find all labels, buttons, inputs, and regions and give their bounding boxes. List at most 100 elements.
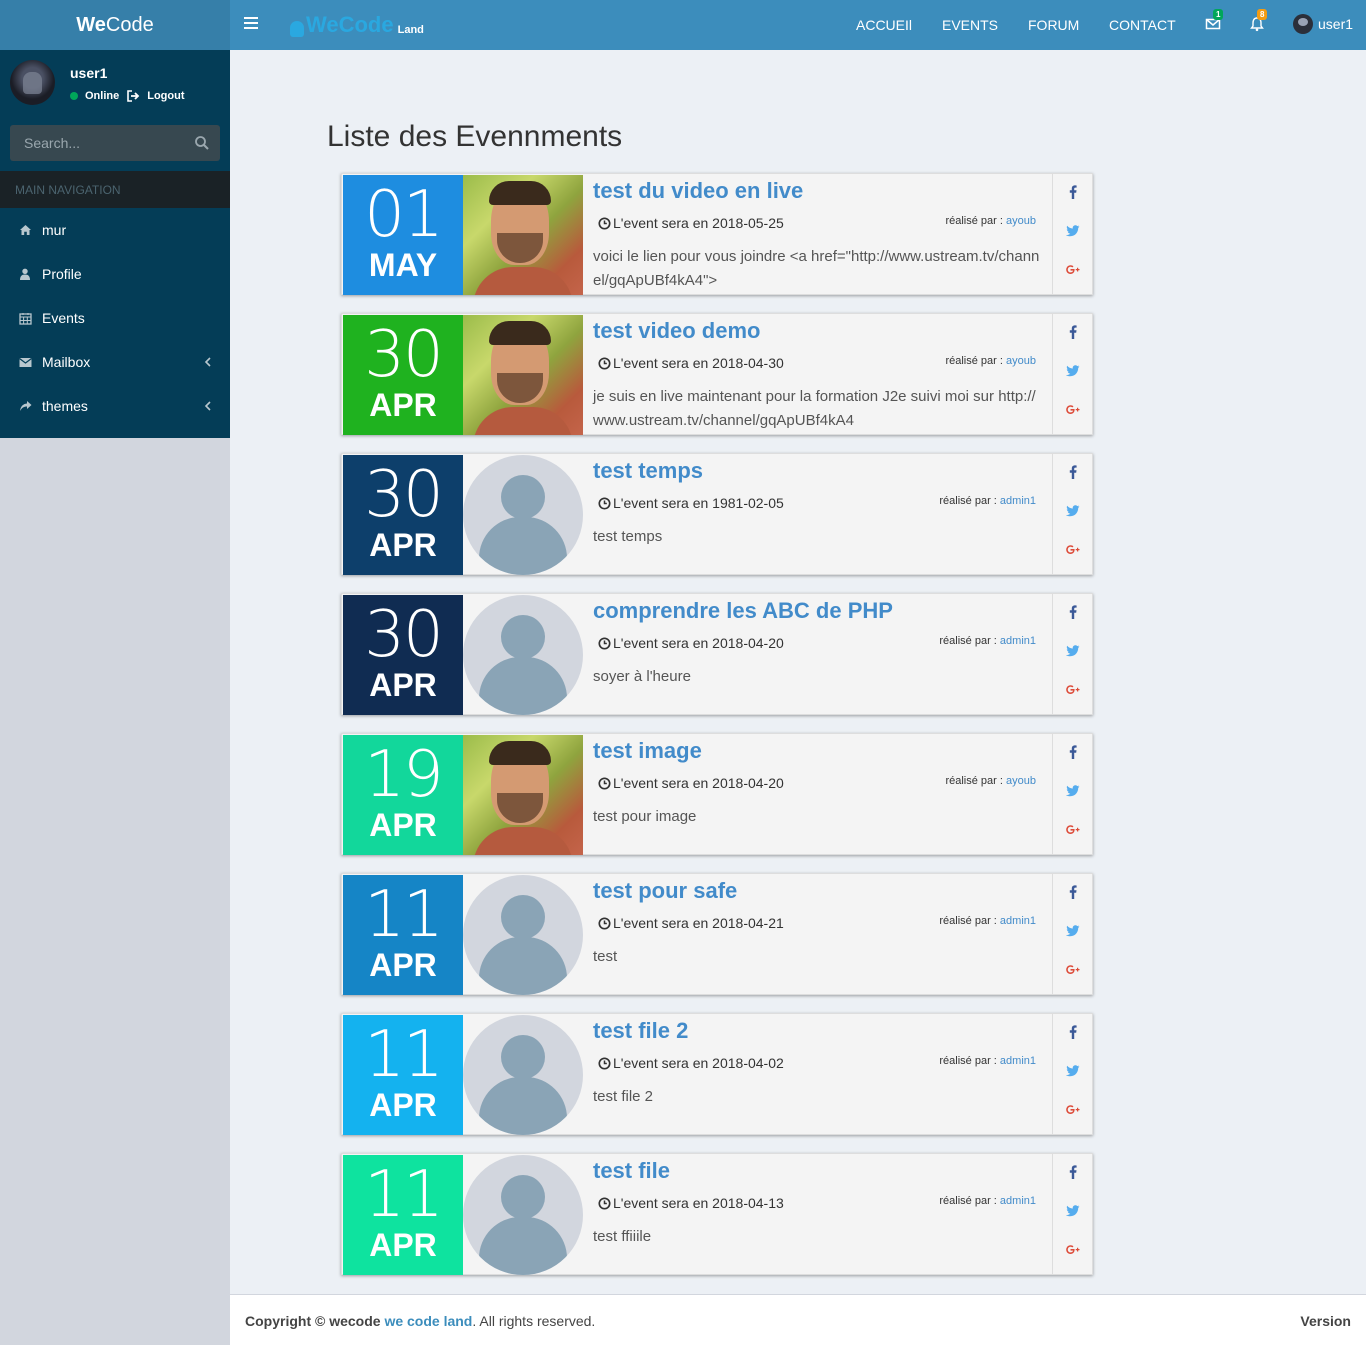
twitter-icon[interactable] <box>1066 644 1080 658</box>
event-day: 30 <box>364 318 443 392</box>
twitter-icon[interactable] <box>1066 364 1080 378</box>
nav-forum[interactable]: FORUM <box>1028 0 1079 50</box>
footer-version: Version <box>1300 1313 1351 1329</box>
event-date: L'event sera en 2018-05-25 <box>598 215 784 231</box>
twitter-icon[interactable] <box>1066 784 1080 798</box>
event-title[interactable]: comprendre les ABC de PHP <box>593 598 893 624</box>
facebook-icon[interactable] <box>1066 605 1080 619</box>
google-plus-icon[interactable] <box>1066 403 1080 417</box>
google-plus-icon[interactable] <box>1066 1103 1080 1117</box>
event-card[interactable]: 11 APR test file 2 L'event sera en 2018-… <box>341 1013 1093 1135</box>
twitter-icon[interactable] <box>1066 224 1080 238</box>
brand-sub: Land <box>397 24 424 36</box>
event-author: réalisé par : admin1 <box>939 915 1036 927</box>
clock-icon <box>598 1056 611 1070</box>
facebook-icon[interactable] <box>1066 885 1080 899</box>
twitter-icon[interactable] <box>1066 1204 1080 1218</box>
event-description: test ffiiile <box>593 1228 652 1245</box>
sidebar-item-profile[interactable]: Profile <box>0 252 230 296</box>
google-plus-icon[interactable] <box>1066 683 1080 697</box>
event-date-text: L'event sera en 2018-04-02 <box>613 1055 784 1071</box>
event-title[interactable]: test file 2 <box>593 1018 688 1044</box>
author-label: réalisé par : <box>939 1195 997 1207</box>
event-card[interactable]: 19 APR test image L'event sera en 2018-0… <box>341 733 1093 855</box>
footer-link[interactable]: we code land <box>384 1313 472 1329</box>
nav-accueil[interactable]: ACCUEIl <box>856 0 912 50</box>
facebook-icon[interactable] <box>1066 185 1080 199</box>
event-date-text: L'event sera en 2018-04-20 <box>613 635 784 651</box>
author-link[interactable]: admin1 <box>1000 635 1036 647</box>
event-description: soyer à l'heure <box>593 668 691 685</box>
app-logo[interactable]: We Code <box>0 0 230 50</box>
messages-button[interactable]: 1 <box>1205 9 1224 34</box>
author-link[interactable]: ayoub <box>1006 355 1036 367</box>
author-link[interactable]: ayoub <box>1006 215 1036 227</box>
brand-logo[interactable]: WeCode Land <box>290 13 424 37</box>
menu-toggle-icon[interactable] <box>244 17 258 29</box>
google-plus-icon[interactable] <box>1066 963 1080 977</box>
event-title[interactable]: test temps <box>593 458 703 484</box>
event-title[interactable]: test video demo <box>593 318 760 344</box>
clock-icon <box>598 636 611 650</box>
event-card[interactable]: 01 MAY test du video en live L'event ser… <box>341 173 1093 295</box>
sidebar-item-mailbox[interactable]: Mailbox <box>0 340 230 384</box>
search-icon[interactable] <box>194 135 210 151</box>
notifications-badge: 8 <box>1257 9 1268 20</box>
sidebar-item-mur[interactable]: mur <box>0 208 230 252</box>
event-card[interactable]: 11 APR test file L'event sera en 2018-04… <box>341 1153 1093 1275</box>
event-card[interactable]: 11 APR test pour safe L'event sera en 20… <box>341 873 1093 995</box>
social-share <box>1052 454 1093 574</box>
social-share <box>1052 314 1093 434</box>
sidebar-item-themes[interactable]: themes <box>0 384 230 428</box>
event-date-block: 30 APR <box>343 455 463 575</box>
facebook-icon[interactable] <box>1066 1025 1080 1039</box>
event-author: réalisé par : admin1 <box>939 635 1036 647</box>
event-card[interactable]: 30 APR comprendre les ABC de PHP L'event… <box>341 593 1093 715</box>
author-link[interactable]: admin1 <box>1000 495 1036 507</box>
author-link[interactable]: admin1 <box>1000 1055 1036 1067</box>
event-title[interactable]: test pour safe <box>593 878 737 904</box>
event-author: réalisé par : ayoub <box>945 355 1036 367</box>
sign-out-icon[interactable] <box>127 90 141 102</box>
event-description: test file 2 <box>593 1088 654 1105</box>
event-author-photo <box>463 595 583 715</box>
event-title[interactable]: test du video en live <box>593 178 803 204</box>
google-plus-icon[interactable] <box>1066 1243 1080 1257</box>
social-share <box>1052 1014 1093 1134</box>
google-plus-icon[interactable] <box>1066 823 1080 837</box>
nav-contact[interactable]: CONTACT <box>1109 0 1176 50</box>
event-title[interactable]: test image <box>593 738 702 764</box>
facebook-icon[interactable] <box>1066 745 1080 759</box>
twitter-icon[interactable] <box>1066 924 1080 938</box>
logout-link[interactable]: Logout <box>147 90 184 102</box>
sidebar: user1 Online Logout MAIN NAVIGATION mur … <box>0 50 230 438</box>
notifications-button[interactable]: 8 <box>1249 9 1268 34</box>
google-plus-icon[interactable] <box>1066 543 1080 557</box>
facebook-icon[interactable] <box>1066 465 1080 479</box>
online-dot-icon <box>70 92 78 100</box>
event-title[interactable]: test file <box>593 1158 670 1184</box>
messages-badge: 1 <box>1213 9 1224 20</box>
event-description: voici le lien pour vous joindre <a href=… <box>593 248 1040 289</box>
author-link[interactable]: admin1 <box>1000 1195 1036 1207</box>
facebook-icon[interactable] <box>1066 325 1080 339</box>
top-navbar: WeCode Land ACCUEIl EVENTS FORUM CONTACT… <box>230 0 1366 50</box>
author-link[interactable]: ayoub <box>1006 775 1036 787</box>
sidebar-item-events[interactable]: Events <box>0 296 230 340</box>
twitter-icon[interactable] <box>1066 1064 1080 1078</box>
google-plus-icon[interactable] <box>1066 263 1080 277</box>
event-day: 30 <box>364 598 443 672</box>
twitter-icon[interactable] <box>1066 504 1080 518</box>
event-month: APR <box>369 947 437 983</box>
event-card[interactable]: 30 APR test temps L'event sera en 1981-0… <box>341 453 1093 575</box>
event-month: APR <box>369 807 437 843</box>
event-card[interactable]: 30 APR test video demo L'event sera en 2… <box>341 313 1093 435</box>
facebook-icon[interactable] <box>1066 1165 1080 1179</box>
author-link[interactable]: admin1 <box>1000 915 1036 927</box>
sidebar-user-name: user1 <box>70 65 108 81</box>
social-share <box>1052 874 1093 994</box>
footer: Copyright © wecode we code land. All rig… <box>230 1294 1366 1345</box>
user-menu[interactable]: user1 <box>1293 14 1353 34</box>
search-input[interactable] <box>10 125 185 161</box>
nav-events[interactable]: EVENTS <box>942 0 998 50</box>
